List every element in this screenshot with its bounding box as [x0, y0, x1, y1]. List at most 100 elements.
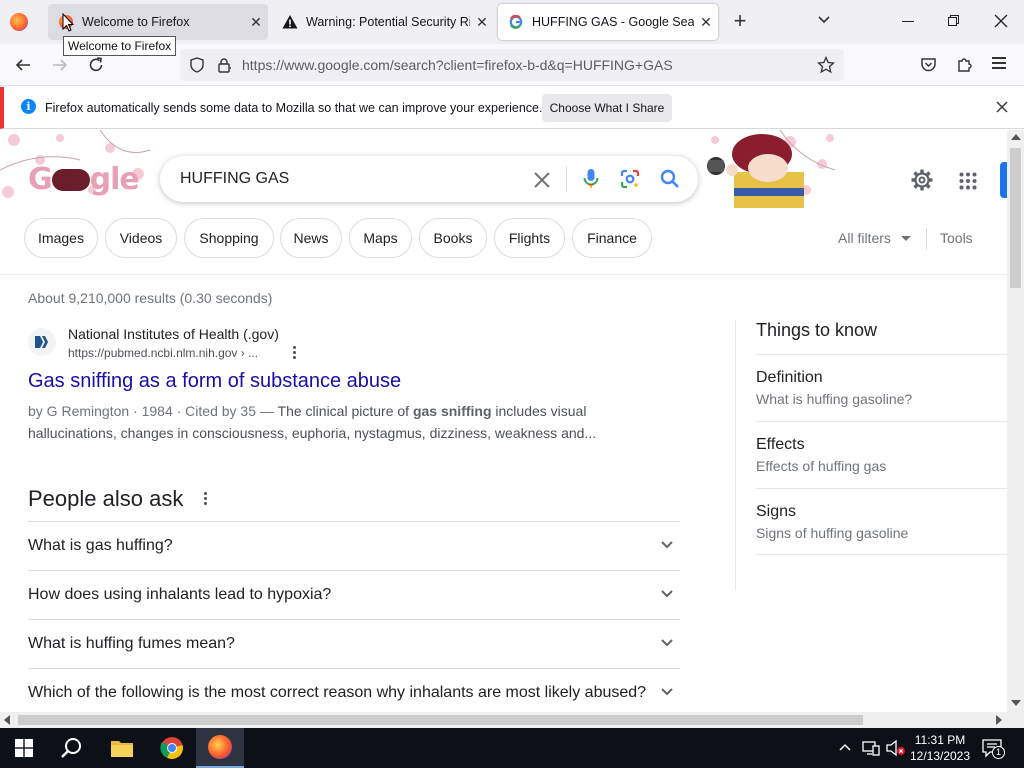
google-favicon-icon [508, 14, 524, 30]
dropdown-arrow-icon [900, 235, 911, 241]
paa-question-text: How does using inhalants lead to hypoxia… [28, 586, 332, 603]
result-stats: About 9,210,000 results (0.30 seconds) [28, 290, 273, 306]
search-query[interactable]: HUFFING GAS [180, 170, 289, 188]
lens-search-icon[interactable] [620, 169, 640, 194]
scroll-down-arrow-icon[interactable] [1011, 700, 1021, 706]
close-tab-icon[interactable]: ✕ [694, 14, 718, 31]
chrome-icon [160, 737, 183, 759]
things-to-know-item[interactable]: Effects Effects of huffing gas [756, 421, 1007, 488]
search-box[interactable]: HUFFING GAS [160, 156, 698, 202]
ttk-subtitle: Effects of huffing gas [756, 458, 887, 474]
result-site-name[interactable]: National Institutes of Health (.gov) [68, 326, 279, 342]
scroll-left-arrow-icon[interactable] [4, 715, 10, 725]
snippet-bold: gas sniffing [412, 403, 492, 419]
result-url[interactable]: https://pubmed.ncbi.nlm.nih.gov › ... [68, 346, 258, 360]
result-more-options-icon[interactable] [293, 346, 297, 359]
scroll-up-arrow-icon[interactable] [1011, 134, 1021, 140]
google-doodle-logo[interactable]: Ggle [28, 162, 140, 197]
scroll-right-arrow-icon[interactable] [996, 715, 1002, 725]
filter-shopping[interactable]: Shopping [184, 218, 274, 258]
search-divider [566, 166, 567, 192]
paa-question-text: What is gas huffing? [28, 537, 173, 554]
filter-flights[interactable]: Flights [494, 218, 565, 258]
snippet-part: The clinical picture of [277, 403, 413, 419]
close-tab-icon[interactable]: ✕ [470, 14, 494, 31]
url-text: https://www.google.com/search?client=fir… [242, 57, 673, 73]
telemetry-notification-bar: i Firefox automatically sends some data … [0, 87, 1024, 129]
ttk-title: Definition [756, 369, 823, 386]
result-snippet: by G Remington · 1984 · Cited by 35 — Th… [28, 400, 668, 444]
filter-maps[interactable]: Maps [349, 218, 412, 258]
filter-news[interactable]: News [280, 218, 342, 258]
settings-gear-icon[interactable] [910, 168, 934, 197]
minimize-icon[interactable] [902, 21, 914, 22]
firefox-menu-icon[interactable] [10, 13, 28, 31]
start-button[interactable] [0, 728, 48, 768]
new-tab-icon[interactable]: + [728, 10, 752, 34]
paa-question-text: Which of the following is the most corre… [28, 684, 647, 701]
close-notification-icon[interactable] [996, 100, 1008, 118]
paa-more-options-icon[interactable] [204, 492, 208, 505]
show-hidden-icons-chevron-icon[interactable] [838, 741, 852, 760]
horizontal-scroll-thumb[interactable] [18, 715, 863, 725]
back-icon[interactable] [14, 56, 32, 79]
close-window-icon[interactable] [993, 13, 1009, 34]
tools-button[interactable]: Tools [940, 230, 973, 246]
filter-images[interactable]: Images [24, 218, 98, 258]
filter-finance[interactable]: Finance [572, 218, 652, 258]
header-divider [0, 274, 1007, 275]
windows-taskbar: 11:31 PM 12/13/2023 1 [0, 728, 1024, 768]
forward-icon[interactable] [51, 56, 69, 79]
all-filters-button[interactable]: All filters [838, 230, 911, 246]
app-menu-icon[interactable] [992, 57, 1006, 69]
reload-icon[interactable] [87, 56, 105, 79]
paa-question[interactable]: What is gas huffing? [28, 521, 680, 570]
filter-books[interactable]: Books [419, 218, 487, 258]
close-tab-icon[interactable]: ✕ [244, 14, 268, 31]
restore-icon[interactable] [948, 15, 960, 27]
clock[interactable]: 11:31 PM 12/13/2023 [908, 732, 972, 764]
vertical-scrollbar[interactable] [1007, 130, 1024, 712]
clock-time: 11:31 PM [914, 733, 966, 747]
windows-logo-icon [15, 739, 33, 757]
tab-google-search[interactable]: HUFFING GAS - Google Search ✕ [498, 4, 718, 40]
snippet-part: includes visual [491, 403, 587, 419]
pocket-icon[interactable] [920, 56, 937, 78]
volume-muted-icon[interactable] [886, 739, 906, 762]
result-title-link[interactable]: Gas sniffing as a form of substance abus… [28, 370, 401, 393]
network-icon[interactable] [862, 740, 880, 761]
action-center-button[interactable]: 1 [982, 738, 1005, 763]
lock-icon[interactable] [216, 57, 232, 78]
paa-question[interactable]: Which of the following is the most corre… [28, 668, 680, 712]
paa-question[interactable]: How does using inhalants lead to hypoxia… [28, 570, 680, 619]
clear-search-icon[interactable] [533, 171, 551, 194]
paa-question-text: What is huffing fumes mean? [28, 635, 235, 652]
chevron-down-icon [661, 639, 673, 647]
tab-welcome[interactable]: Welcome to Firefox ✕ [48, 4, 268, 40]
horizontal-scrollbar[interactable] [0, 712, 1024, 728]
extensions-icon[interactable] [956, 56, 973, 78]
scroll-thumb[interactable] [1010, 148, 1021, 288]
url-bar[interactable]: https://www.google.com/search?client=fir… [180, 49, 844, 81]
tab-security-warning[interactable]: Warning: Potential Security Risk Ahead ✕ [272, 4, 494, 40]
list-all-tabs-icon[interactable] [816, 12, 832, 33]
tab-title: HUFFING GAS - Google Search [532, 15, 694, 29]
tracking-protection-shield-icon[interactable] [189, 57, 205, 78]
paa-question[interactable]: What is huffing fumes mean? [28, 619, 680, 668]
things-to-know-item[interactable]: Signs Signs of huffing gasoline [756, 488, 1007, 555]
google-apps-grid-icon[interactable] [959, 172, 977, 190]
folder-icon [111, 741, 133, 757]
taskbar-chrome[interactable] [148, 728, 196, 768]
bookmark-star-icon[interactable] [816, 55, 836, 79]
taskbar-file-explorer[interactable] [98, 728, 146, 768]
taskbar-search-button[interactable] [48, 728, 96, 768]
sign-in-button[interactable] [1000, 162, 1007, 198]
filter-videos[interactable]: Videos [105, 218, 177, 258]
voice-search-icon[interactable] [582, 168, 600, 195]
google-results-page: Ggle HUFFING GAS Images Videos Shopping … [0, 130, 1007, 712]
taskbar-firefox[interactable] [196, 728, 244, 768]
choose-what-i-share-button[interactable]: Choose What I Share [542, 94, 672, 122]
doodle-character-illustration [707, 134, 804, 208]
things-to-know-item[interactable]: Definition What is huffing gasoline? [756, 354, 1007, 421]
search-icon[interactable] [660, 169, 680, 194]
